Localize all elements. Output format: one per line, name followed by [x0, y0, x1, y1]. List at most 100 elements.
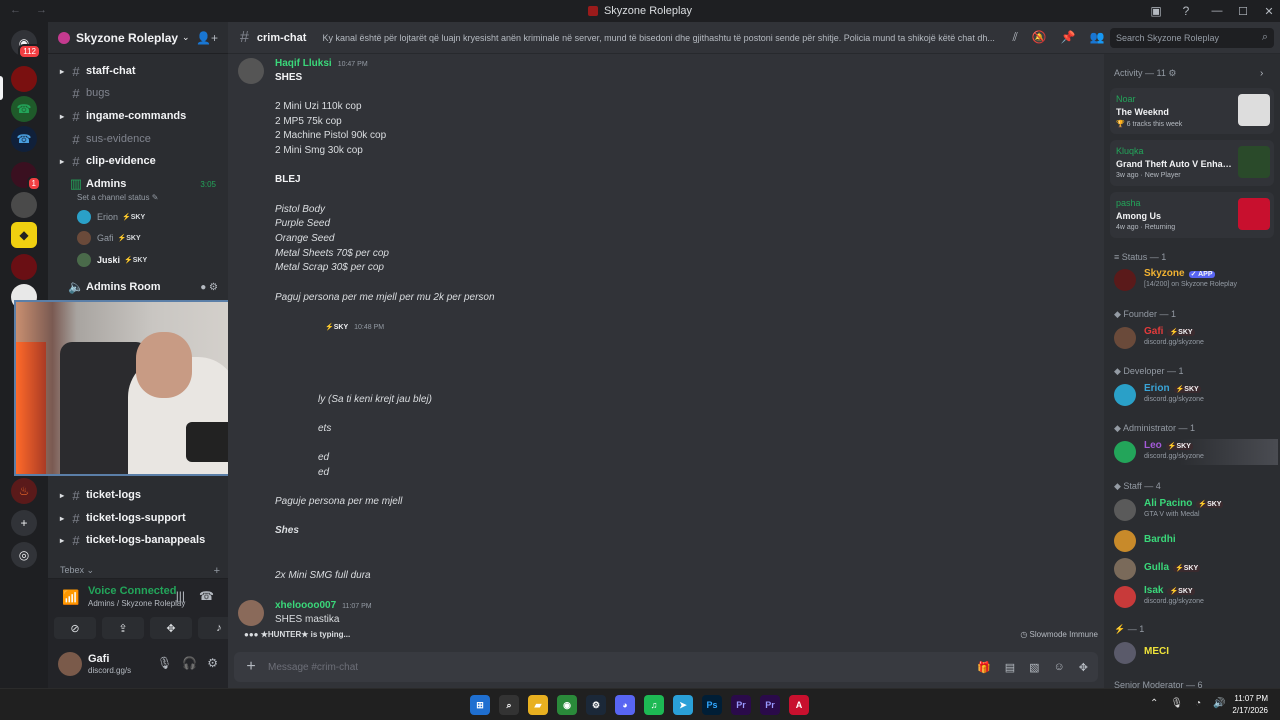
telegram-icon[interactable]: ➤	[673, 695, 693, 715]
activities-button[interactable]: ✥	[150, 617, 192, 639]
message-input[interactable]: + Message #crim-chat 🎁 ▤ ▧ ☺ ✥	[234, 652, 1098, 682]
channel-clip-evidence[interactable]: ▸ # clip-evidence	[48, 150, 228, 172]
member-row[interactable]: Gafi ⚡SKY discord.gg/skyzone	[1114, 325, 1278, 351]
search-input[interactable]: Search Skyzone Roleplay ⌕	[1110, 28, 1274, 48]
chevron-down-icon: ⌄	[182, 32, 190, 42]
acrobat-icon[interactable]: A	[789, 695, 809, 715]
premiere-icon[interactable]: Pr	[731, 695, 751, 715]
add-channel-icon[interactable]: +	[214, 565, 220, 577]
headphones-icon[interactable]: 🎧	[182, 656, 197, 670]
sticker-icon[interactable]: ▧	[1029, 661, 1039, 674]
hash-icon: #	[72, 63, 80, 79]
server-icon[interactable]: ♨	[11, 478, 37, 504]
avatar[interactable]	[58, 652, 82, 676]
gear-icon[interactable]: ⚙	[207, 656, 218, 670]
user-name[interactable]: Gafi	[88, 653, 109, 665]
voice-channel-admins-room[interactable]: 🔈 Admins Room ● ⚙	[48, 276, 228, 298]
members-icon[interactable]: 👥	[1090, 30, 1105, 45]
steam-icon[interactable]: ⚙	[586, 695, 606, 715]
start-button[interactable]: ⊞	[470, 695, 490, 715]
channel-staff-chat[interactable]: ▸ # staff-chat	[48, 60, 228, 82]
channel-bugs[interactable]: # bugs	[48, 82, 228, 104]
attach-button[interactable]: +	[234, 658, 268, 676]
server-icon[interactable]: 1	[11, 162, 41, 191]
member-row[interactable]: Ali Pacino ⚡SKY GTA V with Medal	[1114, 497, 1278, 523]
member-row[interactable]: Bardhi	[1114, 528, 1278, 554]
apps-icon[interactable]: ✥	[1079, 661, 1088, 674]
camera-off-button[interactable]: ⊘	[54, 617, 96, 639]
mic-icon[interactable]: 🎙	[157, 656, 172, 670]
server-icon[interactable]: ◆	[11, 222, 37, 248]
spotify-icon[interactable]: ♫	[644, 695, 664, 715]
voice-channel-admins[interactable]: ▥ Admins 3:05	[48, 173, 228, 195]
nav-arrows[interactable]: ← →	[10, 4, 53, 16]
chevron-right-icon[interactable]: ›	[1260, 68, 1263, 79]
channel-ticket-logs[interactable]: ▸ # ticket-logs	[48, 484, 228, 506]
noise-suppression-icon[interactable]: |||	[176, 589, 185, 603]
volume-icon[interactable]: 🔊	[1213, 698, 1225, 709]
search-icon[interactable]: ⌕	[499, 695, 519, 715]
server-icon[interactable]	[11, 254, 37, 280]
chevron-up-icon[interactable]: ⌃	[1150, 698, 1158, 709]
avatar[interactable]	[238, 600, 264, 626]
member-row[interactable]: Erion ⚡SKY discord.gg/skyzone	[1114, 382, 1278, 408]
member-row[interactable]: Isak ⚡SKY discord.gg/skyzone	[1114, 584, 1278, 610]
activity-card[interactable]: pasha Among Us 4w ago · Returning	[1110, 192, 1274, 238]
member-row[interactable]: Skyzone ✓ APP [14/200] on Skyzone Roleplay	[1114, 267, 1278, 293]
threads-icon[interactable]: ⫽	[1012, 30, 1017, 45]
set-channel-status[interactable]: Set a channel status ✎	[77, 193, 158, 202]
help-icon[interactable]: ?	[1178, 3, 1194, 19]
member-row[interactable]: Gulla ⚡SKY	[1114, 556, 1278, 582]
mic-icon[interactable]: 🎙	[1170, 698, 1183, 709]
close-button[interactable]: ✕	[1258, 0, 1280, 22]
member-row[interactable]: Leo ⚡SKY discord.gg/skyzone	[1114, 439, 1278, 465]
invite-icon[interactable]: 👤+	[196, 31, 218, 45]
clock[interactable]: 11:07 PM 2/17/2026	[1232, 693, 1268, 717]
message-author[interactable]: ⚡SKY 10:48 PM	[325, 321, 384, 332]
channel-ticket-logs-support[interactable]: ▸ # ticket-logs-support	[48, 507, 228, 529]
add-server-button[interactable]: +	[11, 510, 37, 536]
guild-header[interactable]: Skyzone Roleplay ⌄ 👤+	[48, 22, 228, 54]
message-author[interactable]: Haqif Lluksi 10:47 PM	[275, 58, 368, 69]
phone-server-icon[interactable]: ☎	[11, 96, 37, 122]
inbox-icon[interactable]: ▣	[1148, 3, 1164, 19]
home-button[interactable]: ◉ 112	[11, 30, 41, 59]
channel-topic[interactable]: Ky kanal është për lojtarët që luajn kry…	[322, 33, 998, 43]
voice-status[interactable]: Voice Connected	[88, 585, 176, 597]
message-author[interactable]: xheloooo007 11:07 PM	[275, 600, 372, 611]
server-icon[interactable]	[11, 66, 37, 92]
phone-server-icon[interactable]: ☎	[11, 126, 37, 152]
discord-icon[interactable]: ◕	[615, 695, 635, 715]
voice-location[interactable]: Admins / Skyzone Roleplay	[88, 599, 185, 608]
chrome-icon[interactable]: ◉	[557, 695, 577, 715]
file-explorer-icon[interactable]: ▰	[528, 695, 548, 715]
category-tebex[interactable]: Tebex ⌄ +	[60, 565, 220, 577]
voice-user-erion[interactable]: Erion ⚡SKY	[77, 208, 145, 226]
pin-icon[interactable]: 📌	[1061, 30, 1076, 45]
activity-card[interactable]: Noar The Weeknd 🏆 6 tracks this week	[1110, 88, 1274, 134]
premiere-icon[interactable]: Pr	[760, 695, 780, 715]
gift-icon[interactable]: 🎁	[977, 661, 991, 674]
avatar[interactable]	[238, 58, 264, 84]
mute-icon[interactable]: 🔕	[1032, 30, 1047, 45]
channel-sus-evidence[interactable]: # sus-evidence	[48, 128, 228, 150]
emoji-icon[interactable]: ☺	[1054, 661, 1065, 674]
server-icon[interactable]	[11, 192, 37, 218]
voice-user-gafi[interactable]: Gafi ⚡SKY	[77, 229, 141, 247]
channel-actions[interactable]: ● ⚙	[200, 282, 218, 293]
screenshare-button[interactable]: ⇪	[102, 617, 144, 639]
message-line: ets	[318, 423, 332, 434]
member-row[interactable]: MECI	[1114, 640, 1278, 666]
channel-ingame-commands[interactable]: ▸ # ingame-commands	[48, 105, 228, 127]
wifi-icon[interactable]: ◔	[1195, 698, 1201, 709]
photoshop-icon[interactable]: Ps	[702, 695, 722, 715]
voice-user-juski[interactable]: Juski ⚡SKY	[77, 251, 147, 269]
channel-ticket-logs-banappeals[interactable]: ▸ # ticket-logs-banappeals	[48, 529, 228, 551]
disconnect-icon[interactable]: ☎	[199, 589, 214, 603]
gif-icon[interactable]: ▤	[1005, 661, 1015, 674]
activity-card[interactable]: Kluqka Grand Theft Auto V Enhan... 3w ag…	[1110, 140, 1274, 186]
minimize-button[interactable]: —	[1206, 0, 1228, 22]
activity-header[interactable]: Activity — 11 ⚙ ›	[1114, 68, 1263, 79]
maximize-button[interactable]: ☐	[1232, 0, 1254, 22]
discover-button[interactable]: ◎	[11, 542, 37, 568]
